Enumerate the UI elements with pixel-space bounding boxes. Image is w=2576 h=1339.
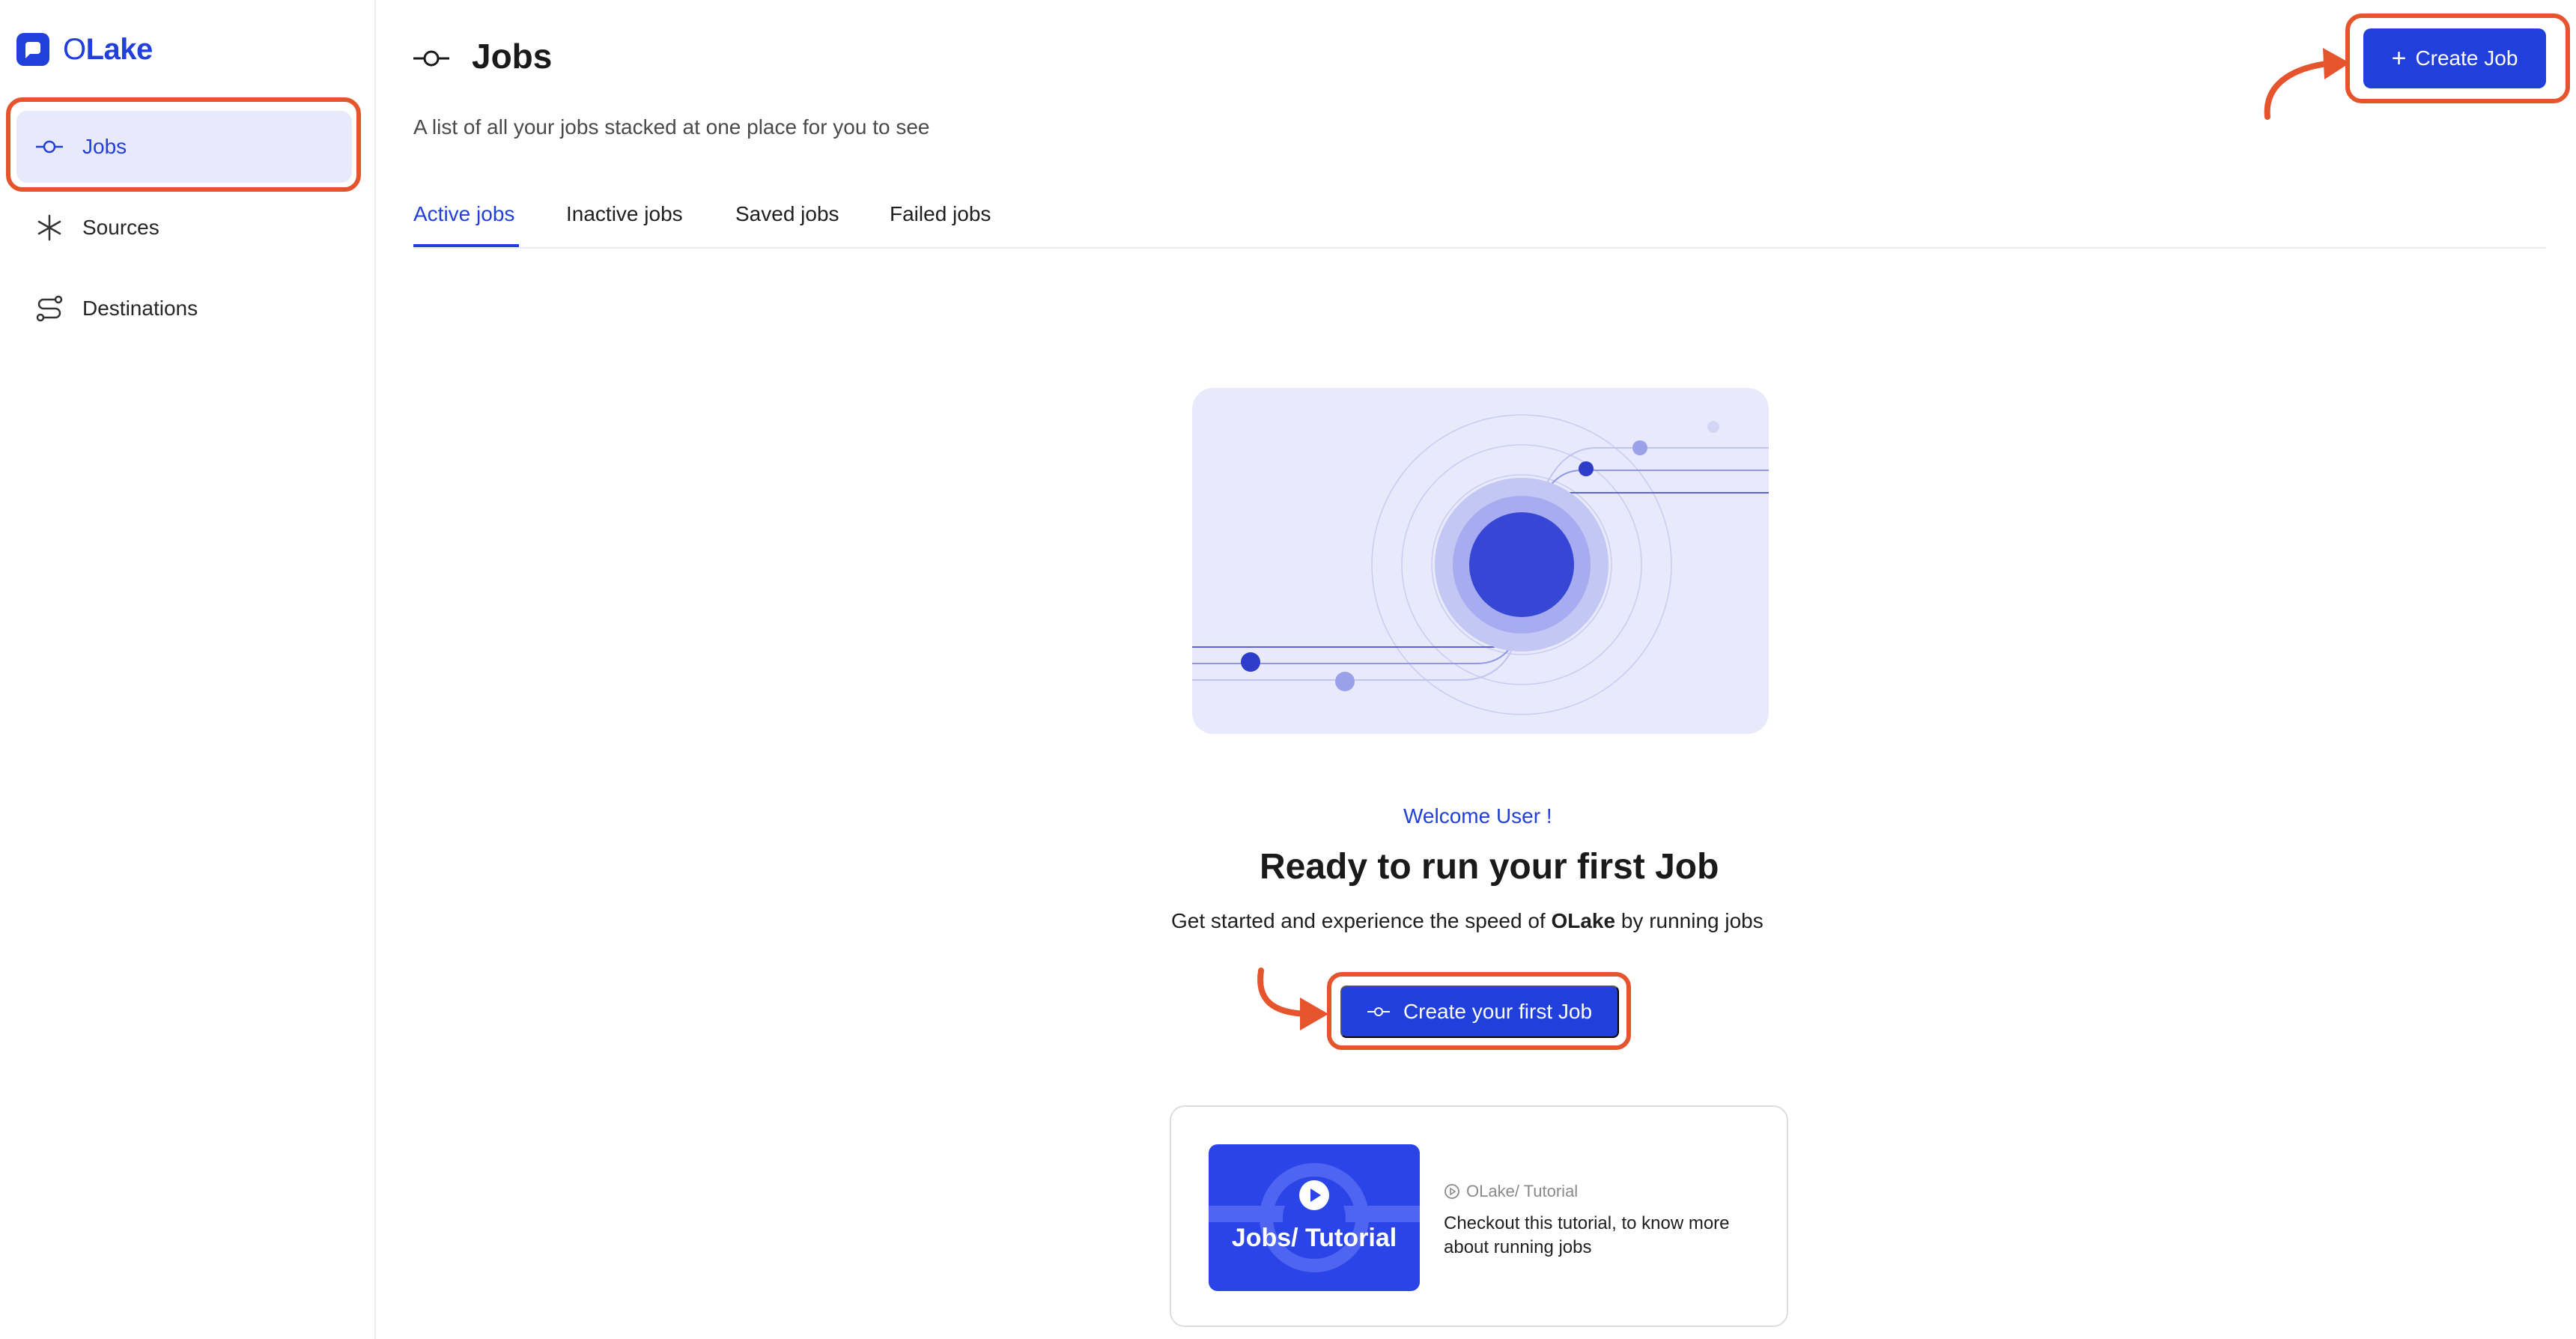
sidebar: OLake Jobs Sources Destinations (0, 0, 376, 1339)
tab-active-jobs[interactable]: Active jobs (413, 202, 514, 226)
play-circle-icon (1445, 1184, 1459, 1199)
logo-text: OLake (63, 32, 153, 66)
welcome-text: Welcome User ! (1403, 804, 1552, 828)
commit-icon (413, 50, 449, 67)
asterisk-icon (37, 214, 61, 241)
active-tab-indicator (413, 244, 519, 247)
jobs-illustration (1192, 388, 1769, 734)
play-icon (1299, 1180, 1329, 1210)
tab-saved-jobs[interactable]: Saved jobs (735, 202, 839, 226)
tutorial-meta: OLake/ Tutorial (1444, 1182, 1578, 1201)
sidebar-item-sources[interactable]: Sources (16, 192, 352, 264)
tutorial-meta-label: OLake/ Tutorial (1466, 1182, 1579, 1200)
tutorial-card[interactable]: Jobs/ Tutorial OLake/ Tutorial Checkout … (1170, 1105, 1788, 1327)
sidebar-item-label: Destinations (82, 297, 198, 320)
page-subtitle: A list of all your jobs stacked at one p… (413, 115, 930, 139)
highlight-box-create-job (2345, 13, 2570, 103)
route-icon (36, 295, 63, 322)
job-tabs: Active jobs Inactive jobs Saved jobs Fai… (413, 180, 2546, 249)
tab-failed-jobs[interactable]: Failed jobs (890, 202, 991, 226)
empty-state-heading: Ready to run your first Job (1260, 847, 1719, 887)
olake-logo-icon (16, 33, 49, 66)
olake-logo[interactable]: OLake (16, 33, 153, 66)
page-title: Jobs (472, 37, 553, 76)
tutorial-description: Checkout this tutorial, to know more abo… (1444, 1213, 1730, 1257)
tutorial-thumbnail[interactable]: Jobs/ Tutorial (1209, 1144, 1420, 1291)
tutorial-thumbnail-label: Jobs/ Tutorial (1231, 1224, 1397, 1252)
sidebar-item-destinations[interactable]: Destinations (16, 273, 352, 344)
highlight-box-jobs (6, 97, 361, 192)
curved-arrow-icon (2264, 48, 2350, 120)
sidebar-item-label: Sources (82, 216, 160, 239)
empty-state-description: Get started and experience the speed of … (1171, 909, 1764, 932)
tab-inactive-jobs[interactable]: Inactive jobs (566, 202, 683, 226)
curved-arrow-icon (1257, 968, 1328, 1030)
highlight-box-create-first-job (1327, 972, 1631, 1050)
